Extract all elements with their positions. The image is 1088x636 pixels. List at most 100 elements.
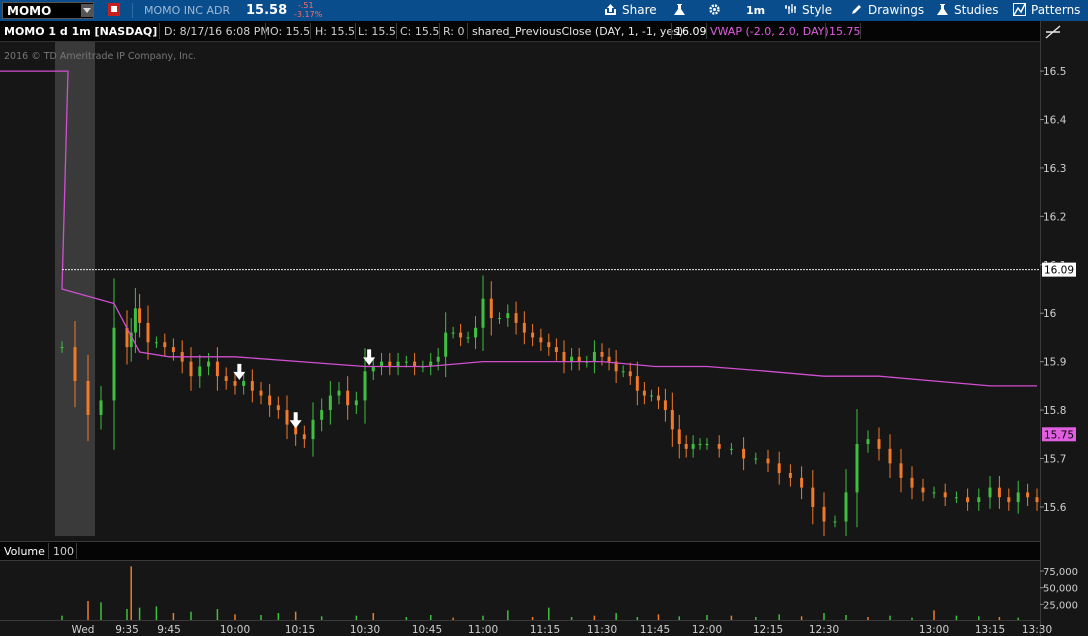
price-tick-label: 15.7 bbox=[1043, 454, 1066, 466]
candle-body bbox=[855, 443, 859, 493]
studies-button[interactable]: Studies bbox=[936, 3, 999, 19]
time-tick-label: 11:00 bbox=[468, 624, 498, 636]
candle-body bbox=[224, 376, 228, 382]
candle-body bbox=[276, 405, 280, 411]
share-icon bbox=[605, 4, 616, 15]
candle-body bbox=[133, 308, 137, 333]
volume-title: Volume bbox=[4, 545, 45, 558]
candle-body bbox=[607, 356, 611, 362]
flask-icon bbox=[937, 4, 948, 15]
price-tick-label: 15.6 bbox=[1043, 502, 1067, 514]
flask-icon bbox=[674, 4, 685, 15]
style-label: Style bbox=[802, 3, 833, 17]
candle-body bbox=[146, 322, 150, 343]
share-label: Share bbox=[622, 3, 657, 17]
candle-body bbox=[811, 487, 815, 507]
alert-icon[interactable] bbox=[108, 3, 120, 16]
candle-body bbox=[112, 327, 116, 401]
candle-body bbox=[328, 395, 332, 411]
time-tick-label: 10:15 bbox=[285, 624, 315, 636]
candle-body bbox=[977, 497, 981, 503]
candle-body bbox=[577, 356, 581, 362]
timeframe-button[interactable]: 1m bbox=[746, 3, 765, 19]
candle-body bbox=[388, 361, 392, 367]
candle-body bbox=[380, 361, 384, 367]
top-toolbar: MOMO MOMO INC ADR 15.58 -.51 -3.17% Shar… bbox=[0, 0, 1088, 21]
candle-body bbox=[250, 381, 254, 391]
time-tick-label: 12:15 bbox=[753, 624, 783, 636]
volume-bar bbox=[100, 602, 102, 621]
candle-body bbox=[337, 390, 341, 396]
candle-body bbox=[498, 318, 502, 320]
price-tick-label: 15.8 bbox=[1043, 405, 1066, 417]
company-name: MOMO INC ADR bbox=[144, 4, 231, 17]
candle-body bbox=[506, 313, 510, 319]
candle-body bbox=[259, 390, 263, 396]
header-divider bbox=[310, 23, 311, 39]
candle-body bbox=[86, 381, 90, 415]
time-tick-label: 11:45 bbox=[640, 624, 670, 636]
bar-date: D: 8/17/16 6:08 PM bbox=[164, 25, 270, 38]
study-vwap[interactable]: VWAP (-2.0, 2.0, DAY) bbox=[710, 25, 829, 38]
drawings-button[interactable]: Drawings bbox=[850, 3, 924, 19]
candle-body bbox=[954, 497, 958, 499]
candle-body bbox=[466, 337, 470, 339]
vwap-label: 15.75 bbox=[1044, 429, 1074, 441]
candle-body bbox=[656, 395, 660, 401]
volume-chart[interactable]: 75,000 50,000 25,000 bbox=[0, 561, 1088, 621]
candle-body bbox=[73, 347, 77, 382]
study-previous-close[interactable]: shared_PreviousClose (DAY, 1, -1, yes) bbox=[472, 25, 683, 38]
candle-body bbox=[302, 434, 306, 440]
price-tick-label: 16.5 bbox=[1043, 66, 1066, 78]
patterns-button[interactable]: Patterns bbox=[1013, 3, 1080, 19]
symbol-input[interactable]: MOMO bbox=[2, 2, 94, 19]
vwap-value: 15.75 bbox=[829, 25, 861, 38]
vwap-badge: 15.75 bbox=[1042, 427, 1076, 442]
drawings-label: Drawings bbox=[868, 3, 925, 17]
previous-close-label: 16.09 bbox=[1044, 265, 1074, 277]
candle-body bbox=[698, 443, 702, 445]
net-change: -.51 bbox=[298, 1, 314, 10]
candle-body bbox=[233, 381, 237, 386]
candle-body bbox=[396, 361, 400, 367]
candle-body bbox=[451, 332, 455, 334]
candle-body bbox=[663, 400, 667, 411]
candle-body bbox=[621, 371, 625, 373]
candle-body bbox=[684, 443, 688, 449]
candle-body bbox=[242, 381, 246, 386]
bar-open: O: 15.5 bbox=[270, 25, 311, 38]
candle-body bbox=[844, 492, 848, 522]
candle-body bbox=[997, 487, 1001, 498]
gear-icon bbox=[709, 4, 720, 15]
price-chart[interactable]: 2016 © TD Ameritrade IP Company, Inc. 16… bbox=[0, 42, 1088, 536]
candle-body bbox=[207, 361, 211, 367]
time-tick-label: 10:00 bbox=[220, 624, 250, 636]
price-axis: 16.516.416.316.216.11615.915.815.715.6 bbox=[1040, 66, 1067, 514]
settings-button[interactable] bbox=[708, 3, 726, 19]
premarket-shade bbox=[55, 42, 95, 536]
candle-body bbox=[481, 298, 485, 328]
bar-low: L: 15.5 bbox=[358, 25, 396, 38]
candle-body bbox=[677, 429, 681, 444]
candle-body bbox=[635, 376, 639, 391]
copyright-text: 2016 © TD Ameritrade IP Company, Inc. bbox=[4, 51, 196, 62]
share-button[interactable]: Share bbox=[604, 3, 657, 19]
candle-body bbox=[154, 342, 158, 344]
time-tick-label: 9:35 bbox=[115, 624, 139, 636]
volume-axis: 75,000 50,000 25,000 bbox=[1040, 567, 1078, 611]
style-button[interactable]: Style bbox=[784, 3, 832, 19]
volume-bar bbox=[548, 607, 550, 621]
volume-bar bbox=[130, 566, 132, 621]
bar-high: H: 15.5 bbox=[315, 25, 355, 38]
flask-button[interactable] bbox=[673, 3, 691, 19]
header-divider bbox=[396, 23, 397, 39]
chart-style-icon[interactable] bbox=[1042, 22, 1086, 42]
candle-body bbox=[649, 395, 653, 397]
candles bbox=[60, 275, 1039, 536]
chevron-down-icon[interactable] bbox=[81, 4, 93, 17]
volume-bar bbox=[155, 606, 158, 621]
candle-body bbox=[717, 443, 721, 449]
candle-body bbox=[766, 458, 770, 464]
candle-body bbox=[531, 332, 535, 338]
time-tick-label: 11:15 bbox=[530, 624, 560, 636]
